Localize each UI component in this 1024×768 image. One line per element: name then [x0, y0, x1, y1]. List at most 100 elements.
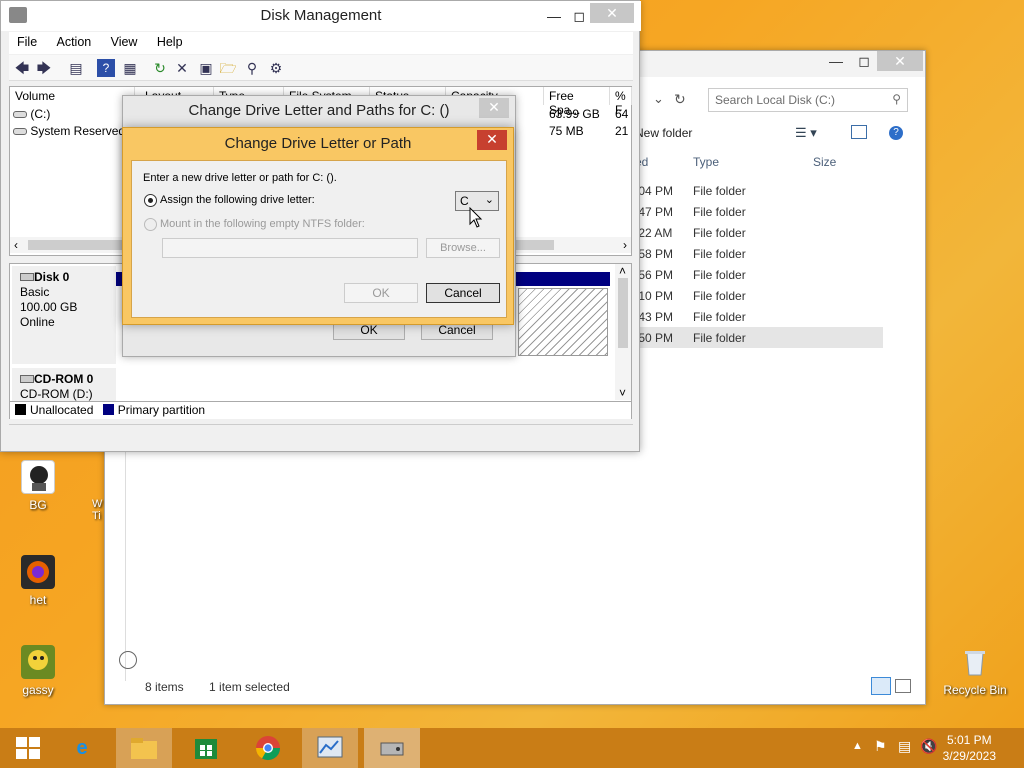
address-dropdown-icon[interactable]: ⌄ — [653, 91, 664, 107]
ok-button[interactable]: OK — [344, 283, 418, 303]
legend: Unallocated Primary partition — [10, 401, 631, 419]
preview-pane-icon[interactable] — [851, 125, 867, 139]
column-size[interactable]: Size — [813, 155, 836, 169]
mount-folder-radio[interactable] — [144, 218, 157, 231]
refresh-icon[interactable]: ↻ — [674, 91, 686, 108]
properties-icon[interactable]: ▣ — [197, 59, 215, 77]
network-icon[interactable]: ▤ — [898, 738, 911, 755]
mount-folder-input[interactable] — [162, 238, 418, 258]
column-percent-free[interactable]: % F — [610, 87, 632, 117]
desktop-icon-recycle-bin[interactable]: Recycle Bin — [940, 645, 1010, 697]
view-options-icon[interactable]: ☰ ▾ — [795, 125, 817, 141]
show-hidden-icons-chevron-icon[interactable]: ▲ — [852, 740, 863, 752]
menu-bar: File Action View Help — [9, 32, 633, 54]
open-folder-icon[interactable]: 🗁 — [219, 59, 237, 77]
desktop-icon-label: BG — [29, 498, 47, 512]
cdrom-0-label[interactable]: CD-ROM 0 CD-ROM (D:) — [12, 368, 116, 402]
column-type[interactable]: Type — [693, 155, 719, 169]
file-row[interactable]: :10 PM File folder — [635, 285, 883, 306]
desktop-icon-bg[interactable]: BG — [3, 460, 73, 512]
forward-arrow-icon[interactable]: 🡆 — [35, 59, 53, 77]
vertical-scrollbar[interactable]: ˄ ˅ — [615, 264, 631, 400]
menu-help[interactable]: Help — [149, 32, 191, 52]
console-tree-icon[interactable]: ▤ — [67, 59, 85, 77]
dialog-close-button[interactable]: ✕ — [477, 130, 507, 150]
disk-management-title[interactable]: Disk Management — ◻ ✕ — [1, 1, 641, 31]
menu-action[interactable]: Action — [49, 32, 100, 52]
free-space-value: 75 MB — [549, 124, 584, 138]
file-row[interactable]: :43 PM File folder — [635, 306, 883, 327]
close-button[interactable]: ✕ — [877, 51, 923, 71]
change-drive-letter-dialog[interactable]: Change Drive Letter or Path ✕ Enter a ne… — [122, 127, 514, 325]
dialog-title[interactable]: Change Drive Letter or Path — [123, 128, 513, 158]
cdrom-icon — [20, 375, 34, 383]
status-selected: 1 item selected — [209, 680, 290, 694]
chevron-down-icon: ⌄ — [484, 194, 494, 206]
details-view-icon[interactable] — [871, 677, 891, 695]
nav-pane-item-icon — [119, 651, 137, 669]
column-volume[interactable]: Volume — [10, 87, 135, 105]
dialog-title[interactable]: Change Drive Letter and Paths for C: () — [123, 96, 515, 126]
desktop-icon-het[interactable]: het — [3, 555, 73, 607]
desktop-icon-gassy[interactable]: gassy — [3, 645, 73, 697]
status-item-count: 8 items — [145, 680, 184, 694]
disk-0-label[interactable]: Disk 0 Basic 100.00 GB Online — [12, 266, 116, 364]
start-button[interactable] — [0, 728, 56, 768]
file-explorer-icon[interactable] — [116, 728, 172, 768]
settings-icon[interactable]: ⚙ — [267, 59, 285, 77]
system-clock[interactable]: 5:01 PM 3/29/2023 — [943, 732, 996, 764]
volume-row[interactable]: (C:) — [13, 107, 133, 123]
unallocated-swatch — [15, 404, 26, 415]
drive-icon — [13, 128, 27, 135]
dialog-close-button[interactable]: ✕ — [479, 98, 509, 118]
clock-time: 5:01 PM — [946, 733, 992, 747]
internet-explorer-icon[interactable]: e — [54, 728, 110, 768]
disk-icon — [20, 273, 34, 281]
new-folder-button[interactable]: New folder — [635, 126, 692, 140]
file-row[interactable]: :22 AM File folder — [635, 222, 883, 243]
close-button[interactable]: ✕ — [590, 3, 634, 23]
column-free-space[interactable]: Free Spa... — [544, 87, 610, 117]
browse-button[interactable]: Browse... — [426, 238, 500, 258]
scroll-down-icon[interactable]: ˅ — [619, 386, 626, 400]
help-icon[interactable]: ? — [97, 59, 115, 77]
chrome-icon[interactable] — [240, 728, 296, 768]
search-placeholder: Search Local Disk (C:) — [715, 93, 836, 107]
file-row[interactable]: :56 PM File folder — [635, 264, 883, 285]
mouse-cursor-icon — [469, 207, 483, 228]
search-input[interactable]: Search Local Disk (C:) ⚲ — [708, 88, 908, 112]
assign-letter-radio[interactable] — [144, 194, 157, 207]
help-icon[interactable]: ? — [889, 126, 903, 140]
scroll-thumb[interactable] — [618, 278, 628, 348]
refresh-icon[interactable]: ↻ — [151, 59, 169, 77]
volume-muted-icon[interactable]: 🔇 — [920, 738, 937, 755]
file-row[interactable]: :58 PM File folder — [635, 243, 883, 264]
assign-letter-label[interactable]: Assign the following drive letter: — [160, 194, 315, 206]
scroll-right-icon[interactable]: › — [623, 238, 627, 252]
selected-partition-hatched[interactable] — [518, 288, 608, 356]
action-center-flag-icon[interactable]: ⚑ — [874, 738, 887, 755]
back-arrow-icon[interactable]: 🡄 — [13, 59, 31, 77]
file-row-selected[interactable]: :50 PM File folder — [635, 327, 883, 348]
file-row[interactable]: :47 PM File folder — [635, 201, 883, 222]
menu-view[interactable]: View — [103, 32, 146, 52]
scroll-up-icon[interactable]: ˄ — [619, 264, 626, 278]
cancel-button[interactable]: Cancel — [426, 283, 500, 303]
menu-file[interactable]: File — [9, 32, 45, 52]
file-row[interactable]: :04 PM File folder — [635, 180, 883, 201]
mount-folder-label[interactable]: Mount in the following empty NTFS folder… — [160, 218, 365, 230]
toolbar: 🡄 🡆 ▤ ? ▦ ↻ ✕ ▣ 🗁 ⚲ ⚙ — [9, 55, 633, 81]
search-icon[interactable]: ⚲ — [243, 59, 261, 77]
performance-monitor-icon[interactable] — [302, 728, 358, 768]
clock-date: 3/29/2023 — [942, 749, 996, 763]
store-icon[interactable] — [178, 728, 234, 768]
scroll-left-icon[interactable]: ‹ — [14, 238, 18, 252]
volume-row[interactable]: System Reserved — [13, 124, 133, 140]
properties-list-icon[interactable]: ▦ — [121, 59, 139, 77]
disk-management-status-bar — [9, 424, 633, 446]
large-icons-view-icon[interactable] — [895, 679, 911, 693]
delete-icon[interactable]: ✕ — [173, 59, 191, 77]
minimize-button[interactable]: — — [547, 1, 561, 31]
maximize-button[interactable]: ◻ — [573, 1, 585, 31]
disk-management-taskbar-icon[interactable] — [364, 728, 420, 768]
